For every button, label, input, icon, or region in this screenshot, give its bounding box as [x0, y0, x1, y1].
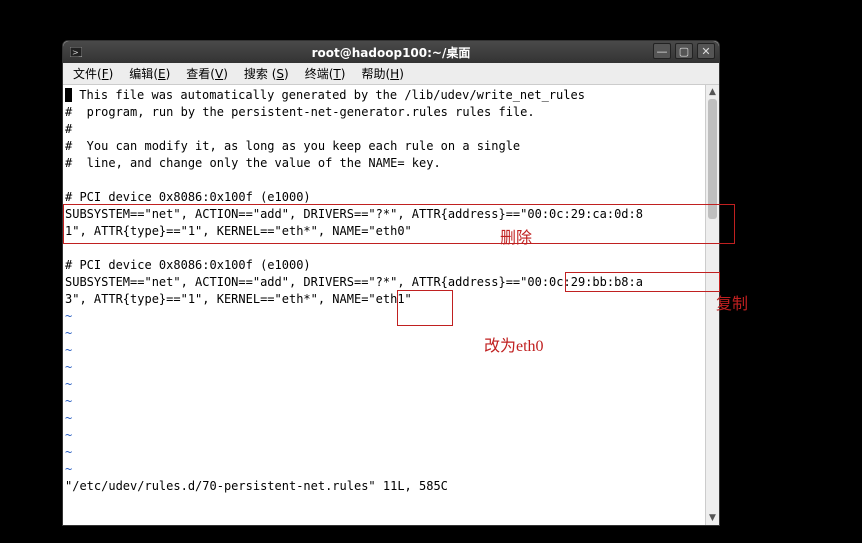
vim-tilde: ~ — [65, 360, 72, 374]
scroll-down-icon[interactable]: ▼ — [706, 511, 719, 525]
scroll-up-icon[interactable]: ▲ — [706, 85, 719, 99]
terminal-line: # line, and change only the value of the… — [65, 156, 441, 170]
menu-file[interactable]: 文件(F) — [67, 63, 119, 84]
terminal-line: 3", ATTR{type}=="1", KERNEL=="eth*", NAM… — [65, 292, 412, 306]
cursor — [65, 88, 72, 102]
menu-search[interactable]: 搜索 (S) — [238, 63, 295, 84]
menu-help[interactable]: 帮助(H) — [355, 63, 409, 84]
minimize-button[interactable]: — — [653, 43, 671, 59]
annotation-copy-label: 复制 — [716, 290, 748, 314]
maximize-button[interactable]: ▢ — [675, 43, 693, 59]
vim-tilde: ~ — [65, 411, 72, 425]
svg-text:>_: >_ — [72, 48, 82, 57]
menu-terminal[interactable]: 终端(T) — [299, 63, 352, 84]
terminal-line: # program, run by the persistent-net-gen… — [65, 105, 535, 119]
terminal-line: # PCI device 0x8086:0x100f (e1000) — [65, 190, 311, 204]
terminal-line: 1", ATTR{type}=="1", KERNEL=="eth*", NAM… — [65, 224, 412, 238]
vim-tilde: ~ — [65, 377, 72, 391]
vim-tilde: ~ — [65, 462, 72, 476]
vim-tilde: ~ — [65, 394, 72, 408]
terminal-line: SUBSYSTEM=="net", ACTION=="add", DRIVERS… — [65, 207, 643, 221]
terminal-line: This file was automatically generated by… — [72, 88, 585, 102]
close-button[interactable]: ✕ — [697, 43, 715, 59]
terminal-icon: >_ — [69, 45, 83, 59]
terminal-line: # PCI device 0x8086:0x100f (e1000) — [65, 258, 311, 272]
titlebar[interactable]: >_ root@hadoop100:~/桌面 — ▢ ✕ — [63, 41, 719, 63]
vim-tilde: ~ — [65, 343, 72, 357]
terminal-line: SUBSYSTEM=="net", ACTION=="add", DRIVERS… — [65, 275, 643, 289]
menubar: 文件(F) 编辑(E) 查看(V) 搜索 (S) 终端(T) 帮助(H) — [63, 63, 719, 85]
terminal-line: # You can modify it, as long as you keep… — [65, 139, 520, 153]
vim-tilde: ~ — [65, 428, 72, 442]
window-title: root@hadoop100:~/桌面 — [63, 44, 719, 61]
scrollbar-thumb[interactable] — [708, 99, 717, 219]
vim-tilde: ~ — [65, 309, 72, 323]
terminal-window: >_ root@hadoop100:~/桌面 — ▢ ✕ 文件(F) 编辑(E)… — [62, 40, 720, 526]
menu-edit[interactable]: 编辑(E) — [123, 63, 176, 84]
vim-tilde: ~ — [65, 326, 72, 340]
vim-status-line: "/etc/udev/rules.d/70-persistent-net.rul… — [65, 479, 448, 493]
terminal-body[interactable]: This file was automatically generated by… — [63, 85, 719, 525]
vim-tilde: ~ — [65, 445, 72, 459]
scrollbar[interactable]: ▲ ▼ — [705, 85, 719, 525]
window-controls: — ▢ ✕ — [653, 43, 715, 59]
menu-view[interactable]: 查看(V) — [180, 63, 234, 84]
terminal-line: # — [65, 122, 72, 136]
